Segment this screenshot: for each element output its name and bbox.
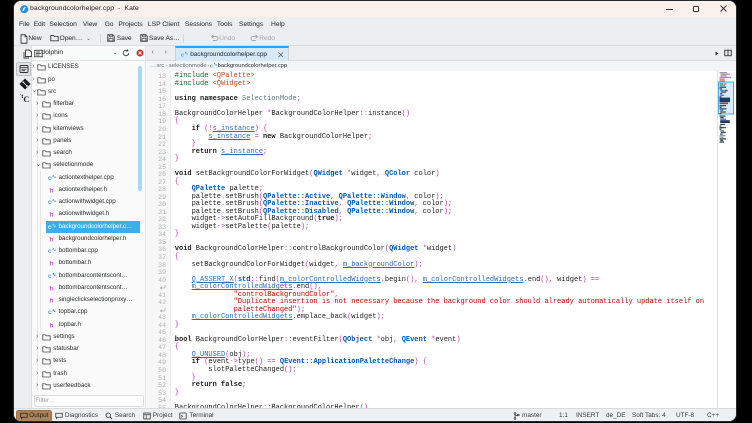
- svg-text:c: c: [48, 224, 52, 231]
- svg-text:h: h: [49, 187, 53, 194]
- svg-text:c: c: [181, 52, 184, 58]
- svg-text:h: h: [49, 322, 53, 329]
- svg-text:c: c: [48, 199, 52, 206]
- svg-text:h: h: [49, 211, 53, 218]
- svg-text:c: c: [48, 175, 52, 182]
- svg-text:h: h: [49, 260, 53, 267]
- svg-text:ˈt: ˈt: [20, 94, 24, 100]
- svg-text:h: h: [49, 297, 53, 304]
- svg-text:C: C: [24, 95, 30, 103]
- svg-text:h: h: [49, 285, 53, 292]
- svg-text:c: c: [48, 309, 52, 316]
- svg-text:c: c: [210, 63, 213, 69]
- svg-text:c: c: [48, 273, 52, 280]
- svg-text:h: h: [49, 236, 53, 243]
- svg-text:c: c: [48, 248, 52, 255]
